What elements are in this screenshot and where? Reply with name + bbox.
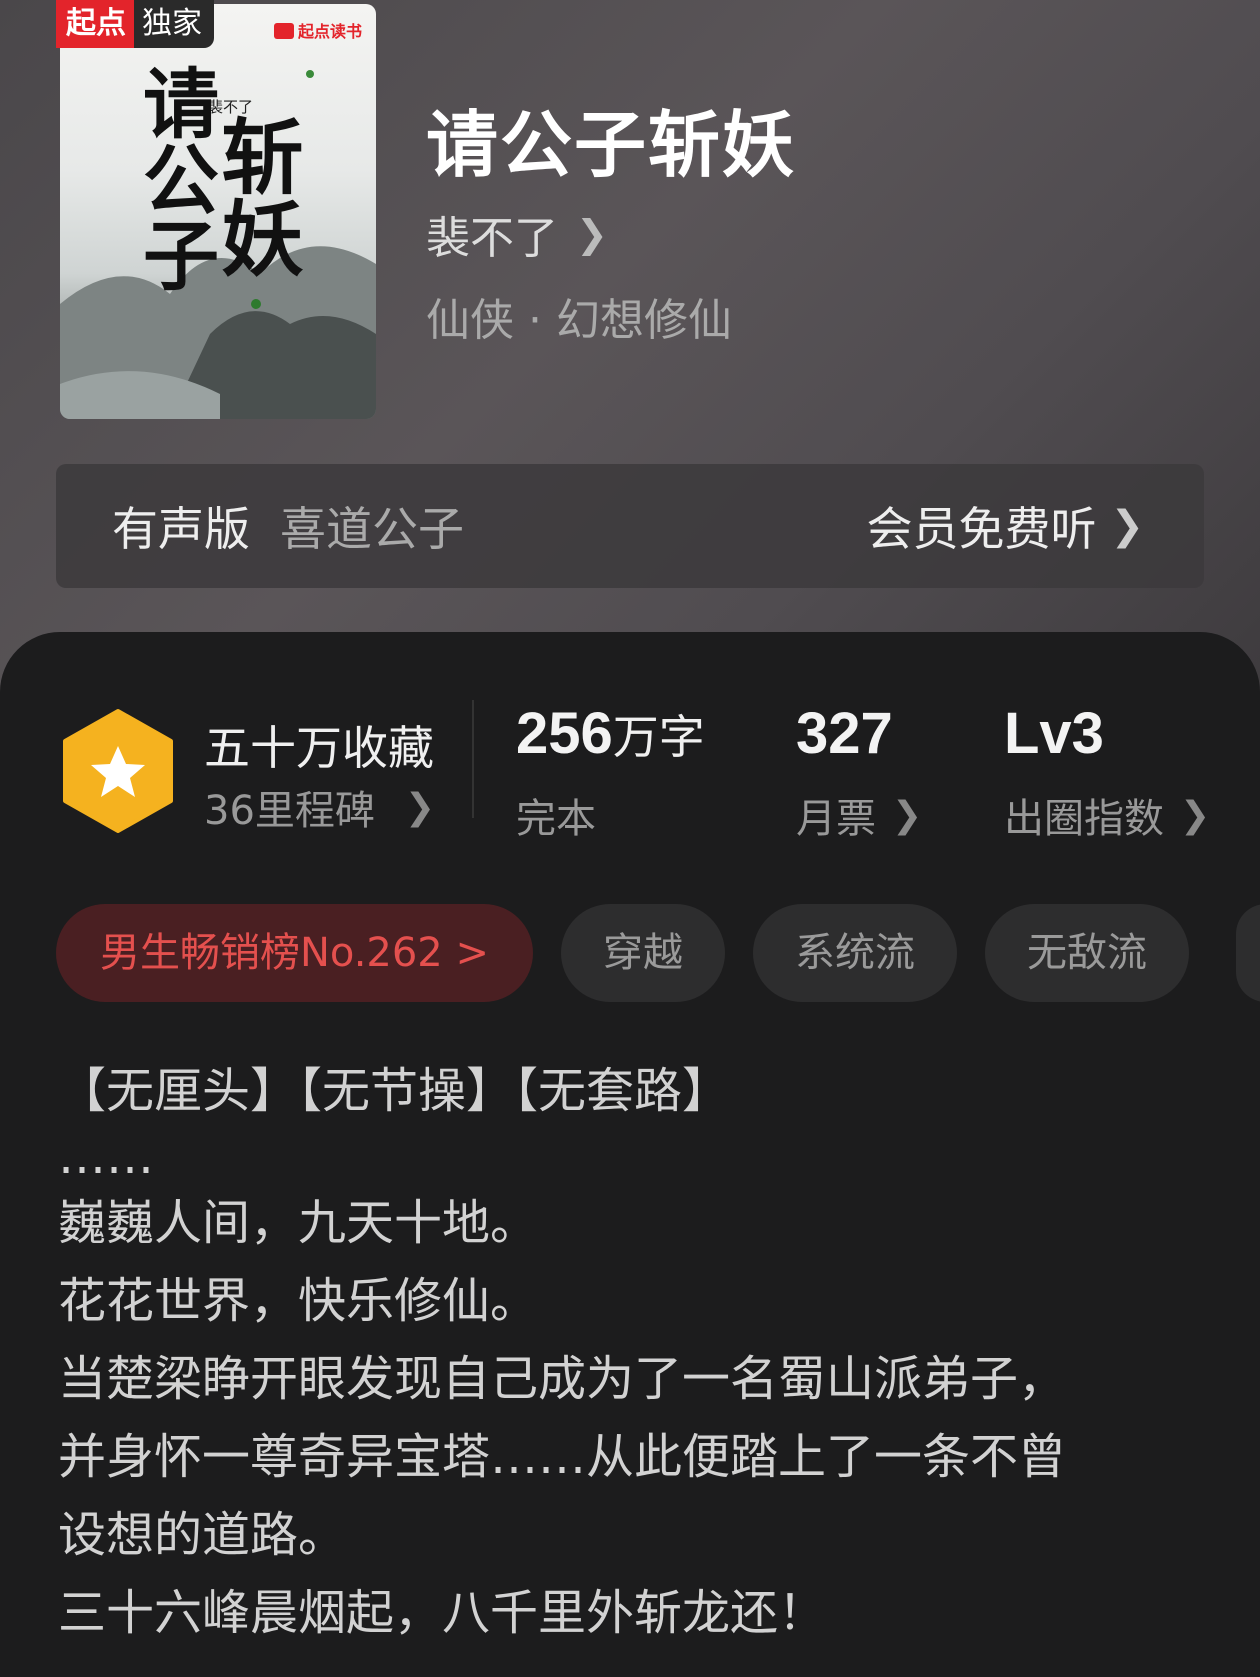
word-count: 256万字 bbox=[516, 700, 705, 767]
book-status: 完本 bbox=[516, 796, 596, 842]
audio-version-bar[interactable]: 有声版 喜道公子 会员免费听 ❯ bbox=[56, 464, 1204, 588]
milestone-star-icon[interactable] bbox=[62, 708, 174, 834]
tag-chip-partial[interactable] bbox=[1236, 904, 1260, 1002]
tag-chip[interactable]: 系统流 bbox=[752, 904, 957, 1002]
chevron-right-icon: ❯ bbox=[892, 794, 923, 836]
book-synopsis[interactable]: 【无厘头】【无节操】【无套路】 …… 巍巍人间，九天十地。 花花世界，快乐修仙。… bbox=[58, 1052, 1218, 1652]
book-cover[interactable]: 起点读书 裴不了 请公子 斩妖 bbox=[60, 4, 376, 419]
tag-chip[interactable]: 无敌流 bbox=[984, 904, 1189, 1002]
chevron-right-icon: ❯ bbox=[1180, 794, 1211, 836]
synopsis-line: 设想的道路。 bbox=[58, 1507, 347, 1563]
ranking-tag[interactable]: 男生畅销榜No.262 > bbox=[56, 904, 533, 1002]
badge-brand: 起点 bbox=[56, 0, 134, 48]
collect-count: 五十万收藏 bbox=[204, 721, 434, 775]
popularity-index-label: 出圈指数 bbox=[1004, 796, 1164, 842]
audio-narrator: 喜道公子 bbox=[280, 502, 464, 556]
publisher-logo: 起点读书 bbox=[273, 18, 362, 42]
author-link[interactable]: 裴不了 ❯ bbox=[426, 202, 608, 266]
popularity-index: Lv3 bbox=[1004, 700, 1104, 767]
synopsis-line: …… bbox=[58, 1129, 154, 1185]
chevron-right-icon: ❯ bbox=[1110, 503, 1144, 549]
book-title: 请公子斩妖 bbox=[426, 102, 797, 187]
monthly-votes-label: 月票 bbox=[796, 796, 876, 842]
popularity-level: Lv3 bbox=[1004, 701, 1104, 766]
popularity-index-link[interactable]: 出圈指数 ❯ bbox=[1004, 786, 1210, 844]
milestone-label: 36里程碑 bbox=[204, 788, 375, 834]
word-count-unit: 万字 bbox=[612, 710, 705, 764]
monthly-votes-number: 327 bbox=[796, 701, 893, 766]
exclusive-badge: 起点 独家 bbox=[56, 0, 214, 48]
synopsis-line: 巍巍人间，九天十地。 bbox=[58, 1195, 539, 1251]
synopsis-line: 三十六峰晨烟起，八千里外斩龙还！ bbox=[58, 1585, 827, 1641]
stats-divider bbox=[472, 700, 474, 818]
word-count-number: 256 bbox=[516, 701, 613, 766]
milestone-link[interactable]: 36里程碑 ❯ bbox=[204, 778, 435, 836]
tag-row: 男生畅销榜No.262 > 穿越 系统流 无敌流 bbox=[56, 904, 1217, 1002]
monthly-votes: 327 bbox=[796, 700, 893, 767]
tag-chip[interactable]: 穿越 bbox=[560, 904, 725, 1002]
author-name: 裴不了 bbox=[426, 213, 558, 264]
cover-title-part1: 请公子 bbox=[130, 64, 219, 292]
monthly-votes-link[interactable]: 月票 ❯ bbox=[796, 786, 922, 844]
chevron-right-icon: ❯ bbox=[576, 212, 608, 256]
badge-label: 独家 bbox=[134, 0, 214, 48]
book-genre: 仙侠 · 幻想修仙 bbox=[426, 295, 732, 346]
synopsis-line: 【无厘头】【无节操】【无套路】 bbox=[58, 1063, 731, 1119]
synopsis-line: 当楚梁睁开眼发现自己成为了一名蜀山派弟子， bbox=[58, 1351, 1067, 1407]
member-listen-label: 会员免费听 bbox=[866, 502, 1097, 556]
cover-title-part2: 斩妖 bbox=[207, 114, 303, 278]
audio-label: 有声版 bbox=[112, 502, 250, 556]
member-listen-button[interactable]: 会员免费听 ❯ bbox=[866, 493, 1144, 559]
synopsis-line: 并身怀一尊奇异宝塔……从此便踏上了一条不曾 bbox=[58, 1429, 1067, 1485]
chevron-right-icon: ❯ bbox=[404, 786, 436, 828]
synopsis-line: 花花世界，快乐修仙。 bbox=[58, 1273, 539, 1329]
